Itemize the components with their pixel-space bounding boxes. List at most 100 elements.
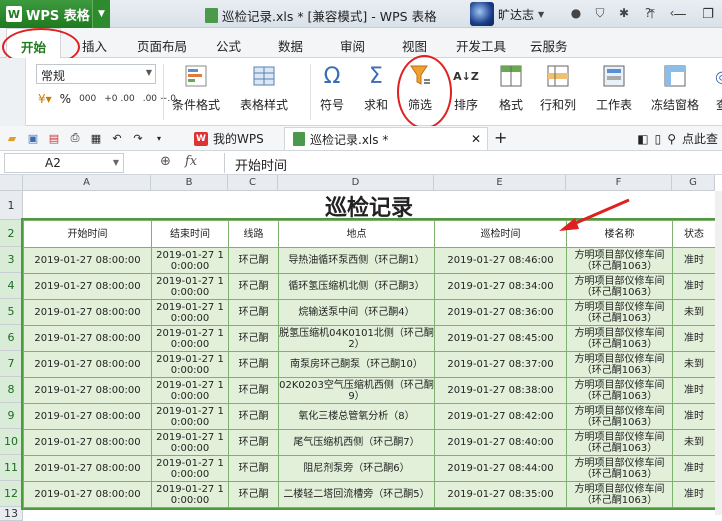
row-header[interactable]: 7 (0, 351, 23, 377)
route-cell[interactable]: 环己酮 (228, 299, 279, 326)
formula-input[interactable]: 开始时间 (224, 153, 722, 174)
find-button[interactable]: ◎ 查 (708, 62, 722, 113)
header-cell[interactable]: 开始时间 (23, 220, 152, 248)
location-cell[interactable]: 烷输送泵中间（环己酮4） (278, 299, 435, 326)
building-cell[interactable]: 方明项目部仪修车间（环己酮1063） (566, 299, 673, 326)
header-cell[interactable]: 结束时间 (151, 220, 229, 248)
location-cell[interactable]: 氧化三楼总管氧分析（8） (278, 403, 435, 430)
search-hint[interactable]: 点此查 (682, 130, 718, 147)
building-cell[interactable]: 方明项目部仪修车间（环己酮1063） (566, 403, 673, 430)
user-account[interactable]: 旷达志 ▼ (470, 2, 544, 26)
preview-icon[interactable]: ▦ (88, 130, 104, 146)
minimize-icon[interactable]: — (666, 0, 694, 28)
start-time-cell[interactable]: 2019-01-27 08:00:00 (23, 403, 152, 430)
symbol-button[interactable]: Ω 符号 (318, 62, 346, 113)
rows-columns-button[interactable]: 行和列 (540, 62, 576, 113)
location-cell[interactable]: 阻尼剂泵旁（环己酮6） (278, 455, 435, 482)
app-menu-button[interactable]: W WPS 表格 ▼ (0, 0, 110, 28)
end-time-cell[interactable]: 2019-01-27 10:00:00 (151, 481, 229, 508)
route-cell[interactable]: 环己酮 (228, 325, 279, 352)
route-cell[interactable]: 环己酮 (228, 403, 279, 430)
end-time-cell[interactable]: 2019-01-27 10:00:00 (151, 273, 229, 300)
row-header[interactable]: 10 (0, 429, 23, 455)
zoom-icon[interactable]: ⊕ (160, 154, 171, 169)
skin-icon[interactable]: ● (567, 4, 585, 22)
route-cell[interactable]: 环己酮 (228, 273, 279, 300)
route-cell[interactable]: 环己酮 (228, 429, 279, 456)
filter-button[interactable]: 筛选 (406, 62, 434, 113)
location-cell[interactable]: 二楼轻二塔回流槽旁（环己酮5） (278, 481, 435, 508)
open-folder-icon[interactable]: ▰ (4, 130, 20, 146)
row-header[interactable]: 11 (0, 455, 23, 481)
status-cell[interactable]: 准时 (672, 455, 716, 482)
column-header-e[interactable]: E (434, 175, 566, 191)
start-time-cell[interactable]: 2019-01-27 08:00:00 (23, 247, 152, 274)
column-header-d[interactable]: D (278, 175, 434, 191)
worksheet-button[interactable]: 工作表 (596, 62, 632, 113)
tab-developer[interactable]: 开发工具 (456, 36, 506, 55)
route-cell[interactable]: 环己酮 (228, 351, 279, 378)
redo-icon[interactable]: ↷ (130, 130, 146, 146)
tab-insert[interactable]: 插入 (82, 36, 107, 55)
patrol-time-cell[interactable]: 2019-01-27 08:46:00 (434, 247, 567, 274)
end-time-cell[interactable]: 2019-01-27 10:00:00 (151, 403, 229, 430)
status-cell[interactable]: 准时 (672, 273, 716, 300)
search-icon[interactable]: ⚲ (667, 132, 676, 146)
tab-review[interactable]: 审阅 (340, 36, 365, 55)
building-cell[interactable]: 方明项目部仪修车间（环己酮1063） (566, 247, 673, 274)
patrol-time-cell[interactable]: 2019-01-27 08:37:00 (434, 351, 567, 378)
status-cell[interactable]: 准时 (672, 481, 716, 508)
end-time-cell[interactable]: 2019-01-27 10:00:00 (151, 429, 229, 456)
sort-button[interactable]: A↓Z 排序 (452, 62, 480, 113)
chevron-down-icon[interactable]: ▼ (538, 10, 544, 19)
status-cell[interactable]: 未到 (672, 299, 716, 326)
start-time-cell[interactable]: 2019-01-27 08:00:00 (23, 351, 152, 378)
row-header[interactable]: 9 (0, 403, 23, 429)
column-header-a[interactable]: A (23, 175, 151, 191)
start-time-cell[interactable]: 2019-01-27 08:00:00 (23, 273, 152, 300)
tab-view[interactable]: 视图 (402, 36, 427, 55)
column-header-b[interactable]: B (151, 175, 228, 191)
doc-tab-my-wps[interactable]: W 我的WPS (186, 127, 272, 150)
percent-button[interactable]: % (60, 92, 71, 106)
increase-decimal-button[interactable]: +0 .00 (104, 94, 134, 104)
column-header-g[interactable]: G (672, 175, 715, 191)
thousands-button[interactable]: 000 (79, 94, 96, 104)
location-cell[interactable]: 南泵房环己酮泵（环己酮10） (278, 351, 435, 378)
start-time-cell[interactable]: 2019-01-27 08:00:00 (23, 377, 152, 404)
patrol-time-cell[interactable]: 2019-01-27 08:38:00 (434, 377, 567, 404)
function-icon[interactable]: fx (185, 154, 197, 169)
building-cell[interactable]: 方明项目部仪修车间（环己酮1063） (566, 325, 673, 352)
tab-formulas[interactable]: 公式 (216, 36, 241, 55)
patrol-time-cell[interactable]: 2019-01-27 08:40:00 (434, 429, 567, 456)
status-cell[interactable]: 准时 (672, 377, 716, 404)
close-icon[interactable]: ✕ (471, 132, 481, 146)
route-cell[interactable]: 环己酮 (228, 247, 279, 274)
row-header[interactable]: 4 (0, 273, 23, 299)
row-header[interactable]: 3 (0, 247, 23, 273)
location-cell[interactable]: 导热油循环泵西侧（环己酮1） (278, 247, 435, 274)
tab-data[interactable]: 数据 (278, 36, 303, 55)
status-cell[interactable]: 准时 (672, 403, 716, 430)
undo-icon[interactable]: ↶ (109, 130, 125, 146)
number-format-select[interactable]: 常规 ▼ (36, 64, 156, 84)
start-time-cell[interactable]: 2019-01-27 08:00:00 (23, 429, 152, 456)
settings-icon[interactable]: ✱ (615, 4, 633, 22)
pdf-icon[interactable]: ▤ (46, 130, 62, 146)
header-cell[interactable]: 巡检时间 (434, 220, 567, 248)
end-time-cell[interactable]: 2019-01-27 10:00:00 (151, 247, 229, 274)
shirt-icon[interactable]: ⛉ (591, 4, 609, 22)
patrol-time-cell[interactable]: 2019-01-27 08:44:00 (434, 455, 567, 482)
select-all-corner[interactable] (0, 175, 23, 191)
patrol-time-cell[interactable]: 2019-01-27 08:42:00 (434, 403, 567, 430)
building-cell[interactable]: 方明项目部仪修车间（环己酮1063） (566, 481, 673, 508)
building-cell[interactable]: 方明项目部仪修车间（环己酮1063） (566, 273, 673, 300)
table-style-button[interactable]: 表格样式 (240, 62, 288, 113)
status-cell[interactable]: 准时 (672, 247, 716, 274)
building-cell[interactable]: 方明项目部仪修车间（环己酮1063） (566, 351, 673, 378)
maximize-icon[interactable]: ❐ (694, 0, 722, 28)
row-header[interactable]: 13 (0, 507, 23, 521)
end-time-cell[interactable]: 2019-01-27 10:00:00 (151, 455, 229, 482)
document-icon[interactable]: ▯ (655, 132, 662, 146)
building-cell[interactable]: 方明项目部仪修车间（环己酮1063） (566, 455, 673, 482)
